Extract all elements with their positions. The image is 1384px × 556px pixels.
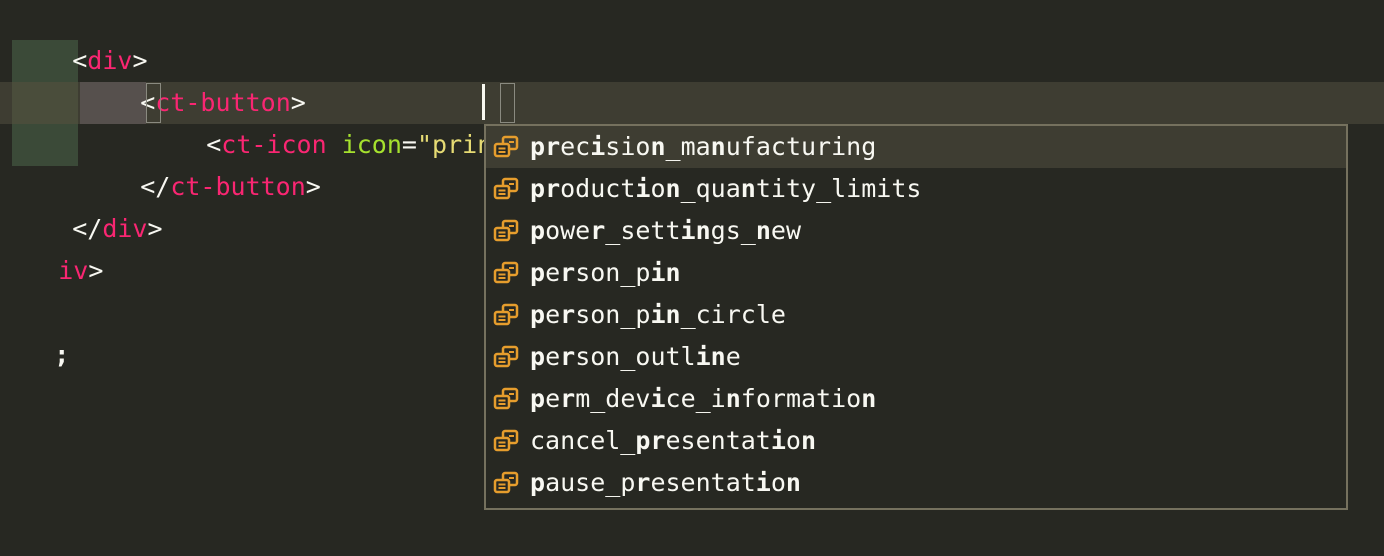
- autocomplete-item-label: precision_manufacturing: [530, 132, 877, 161]
- equals-sign: =: [401, 130, 417, 159]
- code-line-6[interactable]: iv>: [0, 208, 103, 285]
- autocomplete-item-label: pause_presentation: [530, 468, 801, 497]
- autocomplete-item-label: production_quantity_limits: [530, 174, 922, 203]
- snippet-icon: [493, 177, 519, 200]
- autocomplete-item-label: cancel_presentation: [530, 426, 817, 455]
- autocomplete-item[interactable]: precision_manufacturing: [486, 126, 1346, 168]
- code-line-4[interactable]: </ct-button>: [80, 124, 321, 201]
- snippet-icon: [493, 219, 519, 242]
- snippet-icon: [493, 387, 519, 410]
- autocomplete-item[interactable]: production_quantity_limits: [486, 168, 1346, 210]
- tag-name: ct-button: [170, 172, 306, 201]
- code-editor[interactable]: <div> <ct-button> <ct-icon icon="prinn">…: [0, 0, 1384, 556]
- snippet-icon: [493, 471, 519, 494]
- semicolon: ;: [54, 340, 70, 369]
- autocomplete-popup[interactable]: precision_manufacturing production_quanti…: [484, 124, 1348, 510]
- autocomplete-item[interactable]: cancel_presentation: [486, 420, 1346, 462]
- autocomplete-item-label: person_pin: [530, 258, 681, 287]
- attribute-name: icon: [341, 130, 402, 159]
- snippet-icon: [493, 261, 519, 284]
- code-line-2[interactable]: <ct-button>: [80, 40, 306, 117]
- snippet-icon: [493, 135, 519, 158]
- autocomplete-item-label: perm_device_information: [530, 384, 877, 413]
- tag-name: iv: [58, 256, 89, 285]
- autocomplete-item[interactable]: person_pin_circle: [486, 294, 1346, 336]
- text-cursor: [482, 84, 485, 120]
- tag-bracket: >: [305, 172, 321, 201]
- autocomplete-item-label: person_outline: [530, 342, 741, 371]
- autocomplete-item[interactable]: person_outline: [486, 336, 1346, 378]
- snippet-icon: [493, 345, 519, 368]
- code-line-3[interactable]: <ct-icon icon="prinn"></ct-icon>: [146, 82, 688, 159]
- autocomplete-item[interactable]: pause_presentation: [486, 462, 1346, 504]
- snippet-icon: [493, 429, 519, 452]
- autocomplete-item[interactable]: person_pin: [486, 252, 1346, 294]
- autocomplete-item[interactable]: perm_device_information: [486, 378, 1346, 420]
- code-line-7[interactable]: ;: [0, 292, 69, 369]
- code-line-5[interactable]: </div>: [12, 166, 162, 243]
- tag-bracket: >: [147, 214, 163, 243]
- autocomplete-item-label: power_settings_new: [530, 216, 801, 245]
- tag-name: div: [102, 214, 148, 243]
- code-line-1[interactable]: <div>: [12, 0, 147, 75]
- autocomplete-item[interactable]: power_settings_new: [486, 210, 1346, 252]
- autocomplete-item-label: person_pin_circle: [530, 300, 786, 329]
- tag-bracket: >: [88, 256, 104, 285]
- snippet-icon: [493, 303, 519, 326]
